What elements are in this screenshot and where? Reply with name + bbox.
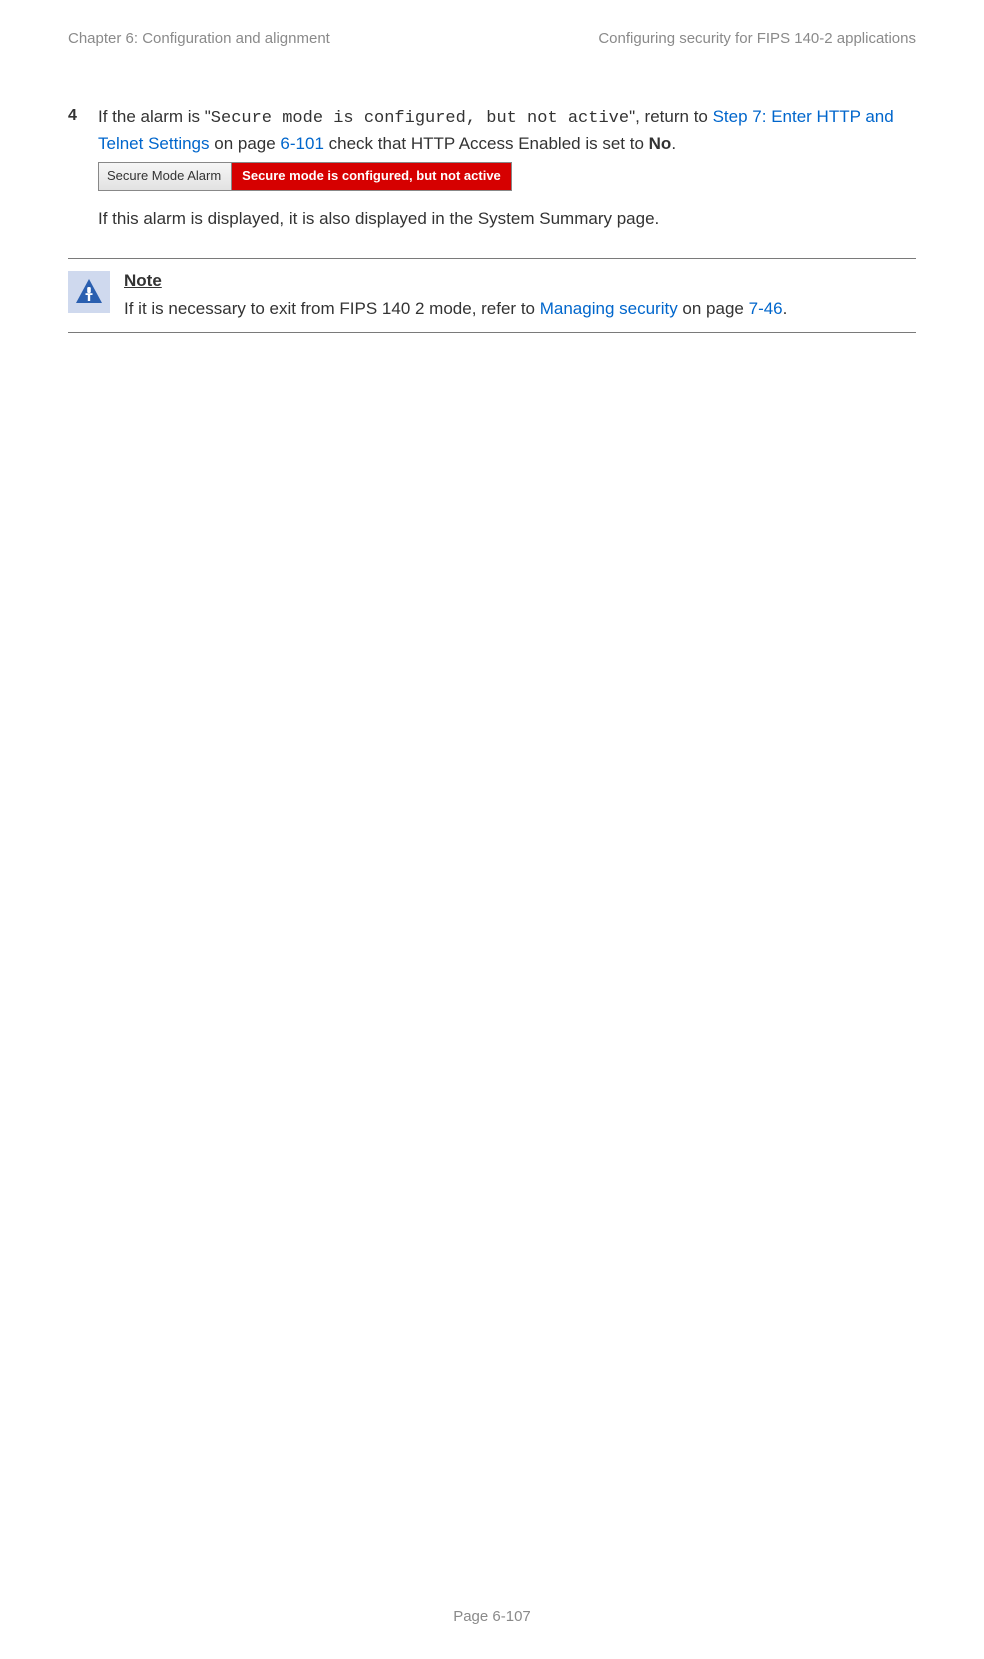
after-alarm-text: If this alarm is displayed, it is also d… [98, 207, 916, 232]
step-text-mid3: check that HTTP Access Enabled is set to [324, 134, 649, 153]
note-body-end: . [783, 299, 788, 318]
step-text-mid1: ", return to [629, 107, 713, 126]
step-4: 4 If the alarm is "Secure mode is config… [68, 105, 916, 232]
bold-no: No [649, 134, 672, 153]
page-container: Chapter 6: Configuration and alignment C… [0, 0, 984, 1659]
page-number: Page 6-107 [453, 1608, 531, 1625]
link-managing-security[interactable]: Managing security [540, 299, 678, 318]
note-block: Note If it is necessary to exit from FIP… [68, 258, 916, 333]
note-body-mid: on page [678, 299, 749, 318]
alarm-box-label: Secure Mode Alarm [99, 163, 232, 190]
note-icon-wrap [68, 269, 124, 313]
step-text-prefix: If the alarm is " [98, 107, 211, 126]
alarm-box: Secure Mode Alarm Secure mode is configu… [98, 162, 512, 191]
alarm-box-value: Secure mode is configured, but not activ… [232, 163, 511, 190]
note-body-prefix: If it is necessary to exit from FIPS 140… [124, 299, 540, 318]
note-title: Note [124, 269, 162, 294]
note-text: Note If it is necessary to exit from FIP… [124, 269, 916, 322]
link-page-7-46[interactable]: 7-46 [749, 299, 783, 318]
running-header: Chapter 6: Configuration and alignment C… [68, 30, 916, 47]
header-right: Configuring security for FIPS 140-2 appl… [598, 30, 916, 47]
step-body: If the alarm is "Secure mode is configur… [98, 105, 916, 232]
link-page-6-101[interactable]: 6-101 [280, 134, 323, 153]
page-footer: Page 6-107 [0, 1608, 984, 1625]
note-icon [68, 271, 110, 313]
alarm-quote: Secure mode is configured, but not activ… [211, 109, 629, 128]
step-text-mid2: on page [210, 134, 281, 153]
step-number: 4 [68, 105, 98, 125]
header-left: Chapter 6: Configuration and alignment [68, 30, 330, 47]
step-text-end: . [671, 134, 676, 153]
